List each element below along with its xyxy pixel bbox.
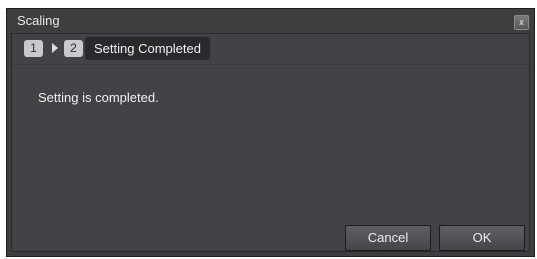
cancel-button[interactable]: Cancel bbox=[345, 225, 431, 251]
ok-button[interactable]: OK bbox=[439, 225, 525, 251]
close-button[interactable]: x bbox=[514, 15, 529, 30]
wizard-step-bar: 1 2 Setting Completed bbox=[12, 34, 529, 65]
title-bar[interactable]: Scaling x bbox=[7, 9, 534, 33]
scaling-dialog: Scaling x 1 2 Setting Completed Setting … bbox=[6, 8, 535, 257]
step-1-badge: 1 bbox=[24, 40, 43, 57]
window-title: Scaling bbox=[17, 13, 60, 28]
step-arrow-icon bbox=[52, 43, 58, 53]
dialog-content: 1 2 Setting Completed Setting is complet… bbox=[11, 33, 530, 252]
step-2-badge: 2 bbox=[64, 40, 83, 57]
current-step-label: Setting Completed bbox=[85, 37, 210, 60]
completion-message: Setting is completed. bbox=[38, 90, 159, 105]
